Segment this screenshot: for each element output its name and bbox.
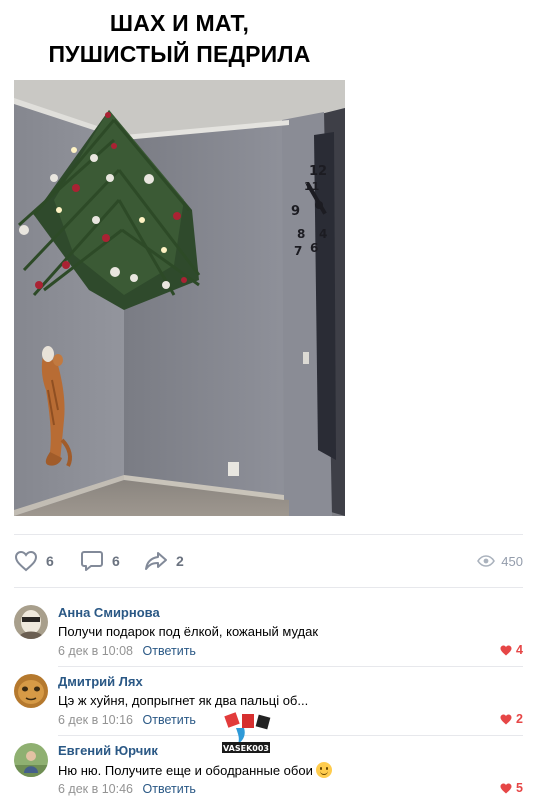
christmas-tree-cat-photo: 12 9 8 4 7 6 11 [14,80,345,516]
comment-author[interactable]: Анна Смирнова [58,605,160,620]
comment-like-button[interactable]: 4 [500,643,523,657]
comment-icon [81,551,103,571]
smiling-emoji-icon [315,762,332,778]
heart-filled-icon [500,714,512,724]
svg-text:8: 8 [297,227,305,241]
likes-count: 6 [46,553,54,569]
divider [14,534,523,535]
comment-author[interactable]: Дмитрий Лях [58,674,143,689]
avatar[interactable] [14,674,48,708]
share-button[interactable]: 2 [144,546,184,576]
comments-count: 6 [112,553,120,569]
avatar[interactable] [14,743,48,777]
comment-button[interactable]: 6 [80,546,120,576]
eye-icon [477,555,496,567]
comment-text: Цэ ж хуйня, допрыгнет як два пальці об..… [58,693,309,708]
svg-text:7: 7 [294,244,302,258]
svg-text:4: 4 [319,227,327,241]
comment-date[interactable]: 6 дек в 10:08 [58,644,133,658]
comment-meta: 6 дек в 10:08 Ответить [58,644,196,658]
share-icon [145,552,167,570]
comment-item: Анна Смирнова Получи подарок под ёлкой, … [14,599,523,665]
views-counter: 450 [477,546,523,576]
svg-text:6: 6 [310,241,318,255]
comment-text: Ню ню. Получите еще и ободранные обои [58,762,332,778]
post-photo[interactable]: 12 9 8 4 7 6 11 [14,80,345,516]
comment-date[interactable]: 6 дек в 10:16 [58,713,133,727]
heart-filled-icon [500,783,512,793]
comment-author[interactable]: Евгений Юрчик [58,743,158,758]
meme-caption-line2: ПУШИСТЫЙ ПЕДРИЛА [48,41,311,67]
watermark-logo: VASEK003 [220,712,272,756]
comment-likes-count: 5 [516,781,523,795]
comment-text: Получи подарок под ёлкой, кожаный мудак [58,624,319,639]
svg-text:12: 12 [309,164,327,179]
comment-meta: 6 дек в 10:46 Ответить [58,782,196,796]
comment-like-button[interactable]: 5 [500,781,523,795]
comment-text-content: Ню ню. Получите еще и ободранные обои [58,763,313,778]
divider [14,587,523,588]
heart-icon [14,550,38,572]
comment-like-button[interactable]: 2 [500,712,523,726]
comment-likes-count: 4 [516,643,523,657]
watermark-text: VASEK003 [223,744,269,753]
meme-caption: ШАХ И МАТ, ПУШИСТЫЙ ПЕДРИЛА [14,8,345,70]
post-actions: 6 6 2 450 [14,546,523,576]
meme-caption-line1: ШАХ И МАТ, [109,10,250,36]
shares-count: 2 [176,553,184,569]
like-button[interactable]: 6 [14,546,54,576]
reply-button[interactable]: Ответить [143,713,196,727]
reply-button[interactable]: Ответить [143,782,196,796]
divider [58,735,523,736]
heart-filled-icon [500,645,512,655]
comment-likes-count: 2 [516,712,523,726]
divider [58,666,523,667]
comment-meta: 6 дек в 10:16 Ответить [58,713,196,727]
reply-button[interactable]: Ответить [143,644,196,658]
views-count: 450 [501,553,523,569]
svg-text:9: 9 [291,204,300,219]
avatar[interactable] [14,605,48,639]
comment-date[interactable]: 6 дек в 10:46 [58,782,133,796]
